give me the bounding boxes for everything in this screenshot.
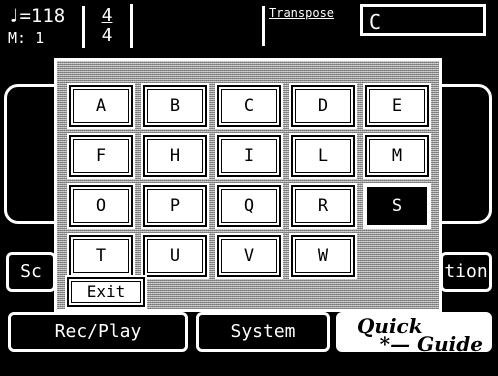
letter-key-q[interactable]: Q xyxy=(215,183,283,229)
beat-numerator: 4 xyxy=(101,5,113,26)
letter-key-r[interactable]: R xyxy=(289,183,357,229)
transpose-label: Transpose xyxy=(262,6,334,46)
background-button-left[interactable]: Sc xyxy=(6,252,56,292)
letter-key-u[interactable]: U xyxy=(141,233,209,279)
letter-key-e[interactable]: E xyxy=(363,83,431,129)
letter-key-t[interactable]: T xyxy=(67,233,135,279)
letter-key-i[interactable]: I xyxy=(215,133,283,179)
letter-select-dialog: A B C D E F H I L M O P Q R S T U V W Ex… xyxy=(54,58,442,312)
letter-key-p[interactable]: P xyxy=(141,183,209,229)
system-button[interactable]: System xyxy=(196,312,330,352)
letter-key-o[interactable]: O xyxy=(67,183,135,229)
background-button-right[interactable]: tion xyxy=(440,252,492,292)
letter-key-a[interactable]: A xyxy=(67,83,135,129)
exit-button[interactable]: Exit xyxy=(67,277,145,307)
tempo-value: ♩=118 xyxy=(8,5,66,27)
letter-key-d[interactable]: D xyxy=(289,83,357,129)
letter-key-f[interactable]: F xyxy=(67,133,135,179)
rec-play-button[interactable]: Rec/Play xyxy=(8,312,188,352)
beat-divider xyxy=(130,4,133,48)
measure-value: M: 1 xyxy=(8,29,45,47)
letter-key-c[interactable]: C xyxy=(215,83,283,129)
letter-key-w[interactable]: W xyxy=(289,233,357,279)
letter-key-b[interactable]: B xyxy=(141,83,209,129)
letter-key-m[interactable]: M xyxy=(363,133,431,179)
letter-key-h[interactable]: H xyxy=(141,133,209,179)
beat-indicator: 4 4 xyxy=(82,6,129,48)
quick-guide-button[interactable]: Quick *— Guide xyxy=(336,312,492,354)
key-display: C xyxy=(360,4,486,36)
letter-key-v[interactable]: V xyxy=(215,233,283,279)
beat-denominator: 4 xyxy=(101,25,113,46)
tempo-readout: ♩=118 M: 1 xyxy=(8,5,66,47)
letter-key-l[interactable]: L xyxy=(289,133,357,179)
letter-key-s-selected[interactable]: S xyxy=(363,183,431,229)
